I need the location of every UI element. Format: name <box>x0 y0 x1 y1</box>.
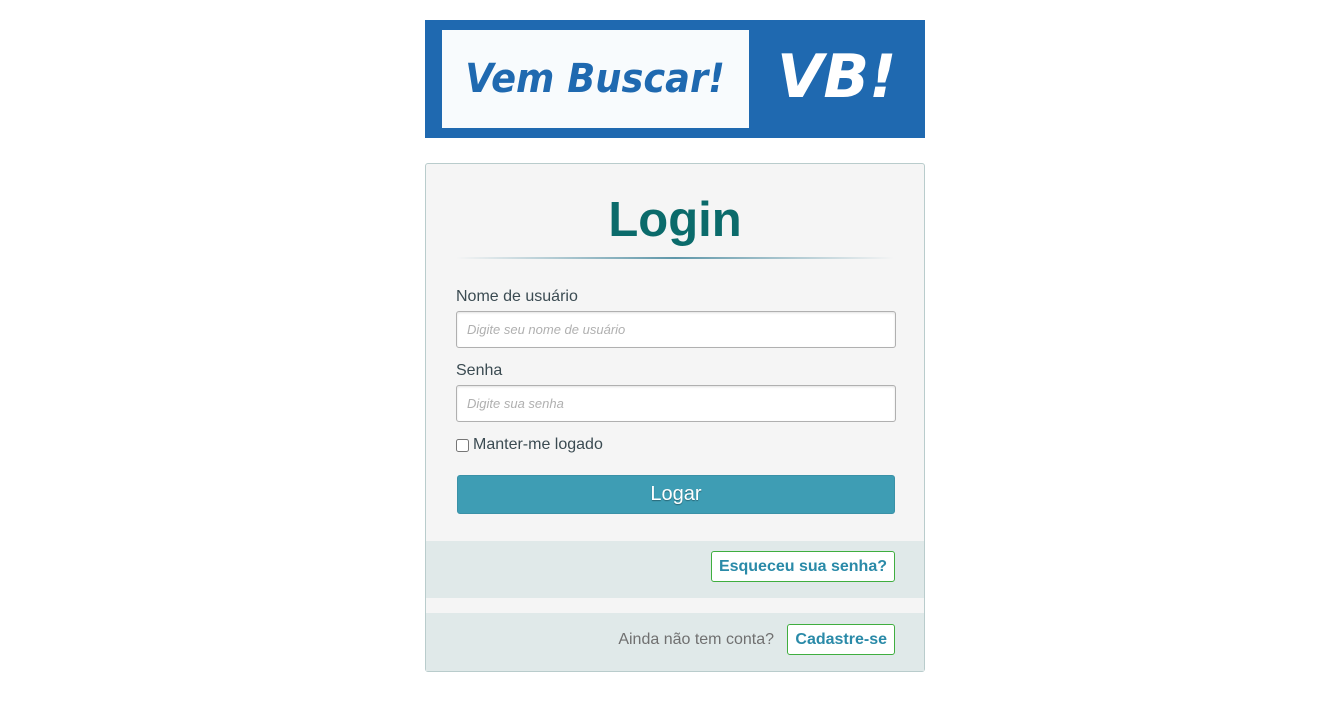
logo-wordmark: Vem Buscar! <box>465 56 726 102</box>
signup-link[interactable]: Cadastre-se <box>787 624 895 655</box>
forgot-password-link[interactable]: Esqueceu sua senha? <box>710 551 895 582</box>
forgot-password-section: Esqueceu sua senha? <box>426 541 924 598</box>
signup-prompt: Ainda não tem conta? <box>618 631 774 648</box>
site-logo[interactable]: Vem Buscar! VB! <box>425 20 925 138</box>
logo-abbreviation: VB! <box>777 42 897 112</box>
username-input[interactable] <box>456 311 896 348</box>
remember-me-label[interactable]: Manter-me logado <box>473 436 603 454</box>
login-title: Login <box>608 193 742 247</box>
remember-me-checkbox[interactable] <box>456 438 469 452</box>
signup-section: Ainda não tem conta? Cadastre-se <box>426 613 924 671</box>
remember-me-row: Manter-me logado <box>455 436 603 454</box>
password-label: Senha <box>456 362 503 379</box>
logo-wordmark-box: Vem Buscar! <box>442 30 749 128</box>
username-label: Nome de usuário <box>456 288 578 305</box>
password-input[interactable] <box>456 385 896 422</box>
login-button[interactable]: Logar <box>457 475 895 514</box>
login-card: Login Nome de usuário Senha Manter-me lo… <box>425 163 925 672</box>
title-divider <box>456 257 894 259</box>
